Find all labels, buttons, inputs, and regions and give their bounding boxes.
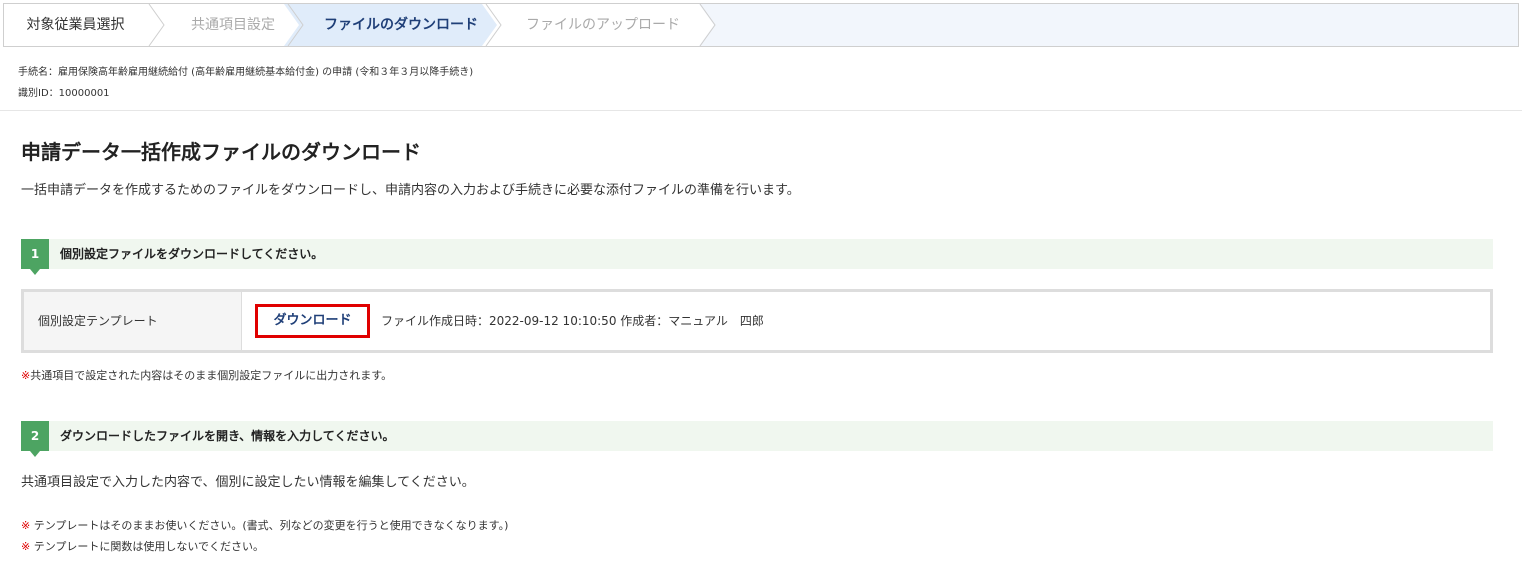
divider <box>0 110 1522 111</box>
identifier: 識別ID：10000001 <box>18 88 110 99</box>
note-text: 共通項目で設定された内容はそのまま個別設定ファイルに出力されます。 <box>30 369 393 382</box>
step-divider-icon <box>287 4 304 46</box>
step-divider-icon <box>485 4 502 46</box>
step-label: 対象従業員選択 <box>26 17 125 33</box>
section-number-badge: 1 <box>21 239 49 275</box>
progress-stepper: 対象従業員選択 共通項目設定 ファイルのダウンロード ファイルのアップロード <box>3 3 1519 47</box>
step-label: 共通項目設定 <box>191 17 275 33</box>
step-divider-icon <box>699 4 716 46</box>
row-label: 個別設定テンプレート <box>24 292 242 350</box>
procedure-name: 手続名：雇用保険高年齢雇用継続給付 (高年齢雇用継続基本給付金) の申請 (令和… <box>18 67 474 78</box>
download-button[interactable]: ダウンロード <box>255 304 370 338</box>
note: ※ テンプレートはそのままお使いください。(書式、列などの変更を行うと使用できな… <box>21 517 508 533</box>
note: ※ テンプレートに関数は使用しないでください。 <box>21 538 264 554</box>
note: ※共通項目で設定された内容はそのまま個別設定ファイルに出力されます。 <box>21 367 392 383</box>
step-label: ファイルのアップロード <box>526 17 680 33</box>
note-mark: ※ <box>21 540 31 553</box>
step-file-upload[interactable]: ファイルのアップロード <box>482 4 714 46</box>
step-label: ファイルのダウンロード <box>324 17 478 33</box>
section-number-badge: 2 <box>21 421 49 457</box>
page-description: 一括申請データを作成するためのファイルをダウンロードし、申請内容の入力および手続… <box>21 183 800 198</box>
section-title: 個別設定ファイルをダウンロードしてください。 <box>60 247 324 261</box>
page-title: 申請データ一括作成ファイルのダウンロード <box>21 140 421 164</box>
file-info: ファイル作成日時：2022-09-12 10:10:50 作成者：マニュアル 四… <box>381 314 764 328</box>
note-text: テンプレートはそのままお使いください。(書式、列などの変更を行うと使用できなくな… <box>33 519 509 532</box>
section-title: ダウンロードしたファイルを開き、情報を入力してください。 <box>60 429 395 443</box>
section-header-download: 1 個別設定ファイルをダウンロードしてください。 <box>21 239 1493 275</box>
template-table: 個別設定テンプレート ダウンロード ファイル作成日時：2022-09-12 10… <box>21 289 1493 353</box>
section-body: 共通項目設定で入力した内容で、個別に設定したい情報を編集してください。 <box>21 475 475 490</box>
step-file-download[interactable]: ファイルのダウンロード <box>284 4 506 46</box>
section-header-edit: 2 ダウンロードしたファイルを開き、情報を入力してください。 <box>21 421 1493 457</box>
step-divider-icon <box>148 4 165 46</box>
note-mark: ※ <box>21 369 31 382</box>
note-mark: ※ <box>21 519 31 532</box>
note-text: テンプレートに関数は使用しないでください。 <box>33 540 265 553</box>
